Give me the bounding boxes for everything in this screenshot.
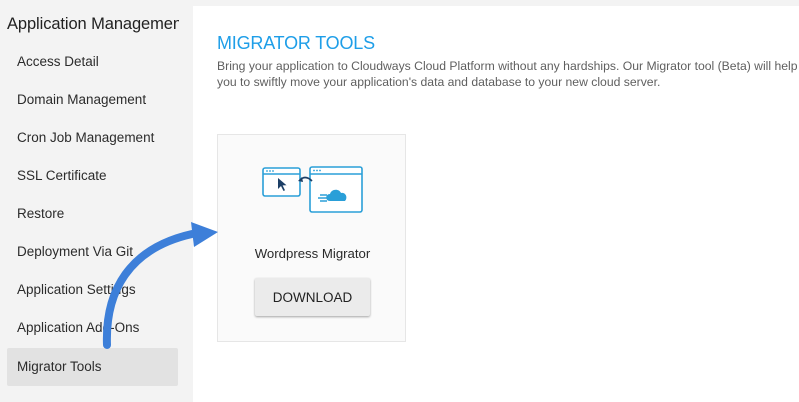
tool-name: Wordpress Migrator (254, 246, 371, 261)
wordpress-migrator-card: Wordpress Migrator DOWNLOAD (217, 134, 406, 342)
sidebar-item-restore[interactable]: Restore (7, 195, 178, 233)
sidebar: Application Management Access Detail Dom… (0, 0, 192, 402)
sidebar-item-application-settings[interactable]: Application Settings (7, 271, 178, 309)
sidebar-item-access-detail[interactable]: Access Detail (7, 43, 178, 81)
download-button[interactable]: DOWNLOAD (255, 278, 370, 316)
sidebar-item-ssl-certificate[interactable]: SSL Certificate (7, 157, 178, 195)
sidebar-item-cron-job-management[interactable]: Cron Job Management (7, 119, 178, 157)
migration-icon (262, 166, 363, 213)
main-panel: MIGRATOR TOOLS Bring your application to… (193, 6, 799, 402)
sidebar-item-application-add-ons[interactable]: Application Add-Ons (7, 309, 178, 347)
sidebar-item-deployment-via-git[interactable]: Deployment Via Git (7, 233, 178, 271)
page-title: MIGRATOR TOOLS (217, 33, 375, 53)
sidebar-title: Application Management (7, 15, 179, 33)
app-window: Application Management Access Detail Dom… (0, 0, 799, 402)
page-description: Bring your application to Cloudways Clou… (217, 59, 798, 89)
sidebar-item-domain-management[interactable]: Domain Management (7, 81, 178, 119)
sidebar-item-migrator-tools[interactable]: Migrator Tools (7, 348, 178, 386)
